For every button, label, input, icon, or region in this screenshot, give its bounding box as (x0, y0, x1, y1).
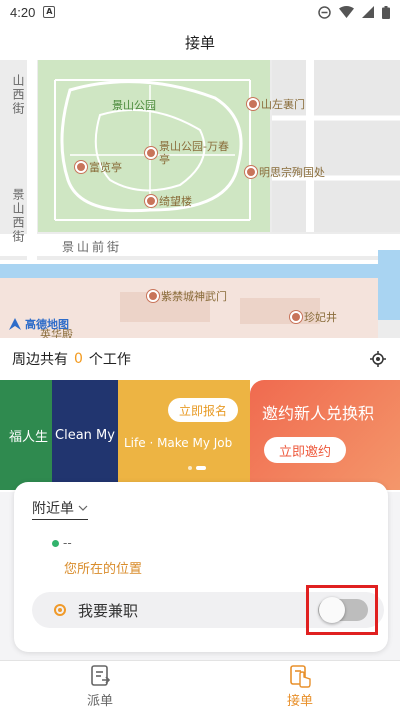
parttime-radio-icon (54, 604, 66, 616)
tab-dispatch[interactable]: 派单 (0, 661, 200, 711)
poi-label: 富览亭 (89, 161, 122, 174)
battery-icon (382, 5, 390, 19)
parttime-label: 我要兼职 (78, 601, 139, 620)
banner-slide[interactable]: 福人生 (0, 380, 52, 490)
nearby-count: 0 (74, 351, 83, 367)
location-value-row: -- (52, 536, 72, 550)
location-label: 您所在的位置 (64, 562, 143, 577)
parttime-toggle[interactable] (318, 597, 368, 623)
banner-slide[interactable]: 立即报名 Life · Make My Job (118, 380, 250, 490)
map-poi[interactable]: 景山公园-万春亭 (145, 140, 229, 166)
banner-slide-text: Clean My (55, 427, 115, 443)
chevron-down-icon (78, 505, 88, 511)
poi-pin-icon (145, 147, 157, 159)
map-poi[interactable]: 绮望楼 (145, 193, 192, 209)
map-logo-text: 高德地图 (25, 318, 69, 331)
status-icons (318, 5, 390, 19)
map-poi[interactable]: 山左裏门 (247, 96, 305, 112)
banner-slide-text: 福人生 (8, 429, 48, 445)
dispatch-icon (91, 664, 111, 686)
poi-pin-icon (245, 166, 257, 178)
map-poi[interactable]: 珍妃井 (290, 309, 337, 325)
street-label-vertical: 景山西街 (11, 188, 25, 244)
map-poi[interactable]: 明思宗殉国处 (245, 164, 325, 180)
wifi-icon (339, 6, 354, 18)
carousel-dot (188, 466, 192, 470)
poi-label: 绮望楼 (159, 195, 192, 208)
poi-pin-icon (247, 98, 259, 110)
map-poi[interactable]: 景山公园 (112, 97, 156, 113)
filter-label: 附近单 (32, 501, 74, 517)
nearby-prefix: 周边共有 (12, 352, 68, 368)
map-view[interactable]: 景山公园 山左裏门 富览亭 景山公园-万春亭 明思宗殉国处 绮望楼 紫禁城神武门… (0, 60, 400, 338)
map-poi[interactable]: 富览亭 (75, 159, 122, 175)
nearby-suffix: 个工作 (88, 352, 131, 368)
street-label: 景山前街 (62, 240, 123, 254)
location-dot-icon (52, 539, 59, 547)
locate-icon (370, 351, 386, 367)
tab-label: 派单 (86, 693, 113, 709)
carousel-dot-active (196, 466, 206, 470)
carousel-indicator (188, 466, 206, 470)
location-value: -- (63, 536, 72, 550)
status-time: 4:20 (10, 4, 36, 20)
notification-a-icon: A (43, 6, 56, 18)
signup-button[interactable]: 立即报名 (168, 398, 238, 422)
street-label-vertical: 山西街 (11, 74, 25, 116)
poi-pin-icon (290, 311, 302, 323)
page-title: 接单 (0, 24, 400, 60)
highlight-box (306, 585, 378, 635)
signal-icon (362, 6, 374, 18)
nearby-jobs-row: 周边共有 0 个工作 (0, 338, 400, 380)
poi-pin-icon (147, 290, 159, 302)
poi-pin-icon (145, 195, 157, 207)
poi-label: 明思宗殉国处 (259, 166, 325, 179)
map-logo: 高德地图 (8, 316, 69, 332)
locate-button[interactable] (368, 349, 388, 369)
banner-slide[interactable]: Clean My (52, 380, 118, 490)
tab-label: 接单 (286, 693, 313, 709)
poi-label: 紫禁城神武门 (161, 290, 227, 303)
banner-slide-title: 邀约新人兑换积 (262, 404, 375, 423)
poi-label: 山左裏门 (261, 98, 305, 111)
status-bar: 4:20 A (0, 0, 400, 24)
toggle-knob (319, 597, 345, 623)
banner-slide-text: Life · Make My Job (124, 436, 233, 450)
map-poi[interactable]: 紫禁城神武门 (147, 288, 227, 304)
filter-dropdown[interactable]: 附近单 (32, 498, 88, 520)
poi-label: 景山公园 (112, 99, 156, 112)
invite-button[interactable]: 立即邀约 (264, 437, 346, 463)
poi-label: 珍妃井 (304, 311, 337, 324)
banner-slide[interactable]: 邀约新人兑换积 立即邀约 (250, 380, 400, 490)
receive-order-icon (290, 664, 311, 688)
poi-label: 景山公园-万春亭 (159, 140, 229, 166)
tab-receive[interactable]: 接单 (200, 661, 400, 711)
banner-carousel[interactable]: 福人生 Clean My 立即报名 Life · Make My Job 邀约新… (0, 380, 400, 492)
do-not-disturb-icon (318, 5, 331, 19)
order-card: 附近单 -- 您所在的位置 我要兼职 (14, 482, 388, 652)
poi-pin-icon (75, 161, 87, 173)
bottom-tab-bar: 派单 接单 (0, 660, 400, 711)
map-logo-icon (9, 318, 21, 330)
